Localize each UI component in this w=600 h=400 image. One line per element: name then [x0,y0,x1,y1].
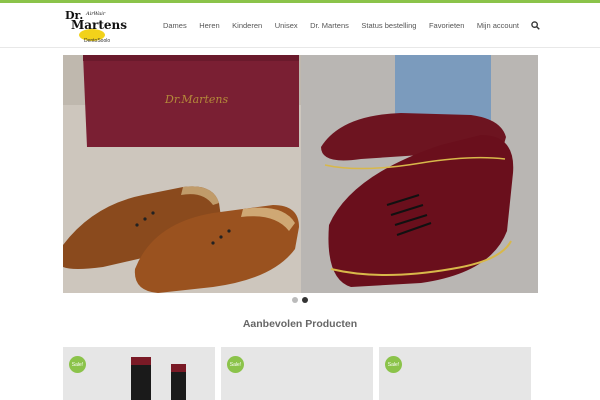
product-card[interactable]: Sale! [379,347,531,400]
nav-item-favorieten[interactable]: Favorieten [429,21,464,30]
sale-badge: Sale! [385,356,402,373]
product-grid: Sale! Sale! Sale! [63,347,538,400]
site-header: Dr. AirWair Martens DentoSoolo Dames Her… [0,3,600,48]
nav-item-dames[interactable]: Dames [163,21,187,30]
hero-slider[interactable]: Dr.Martens [63,55,538,293]
slide-image-cherry-shoes [301,55,538,293]
product-image-socks [131,357,186,400]
sale-badge: Sale! [227,356,244,373]
nav-item-heren[interactable]: Heren [199,21,219,30]
logo-subtitle: DentoSoolo [84,38,111,44]
section-title: Aanbevolen Producten [242,318,358,330]
slider-dot-1[interactable] [292,297,298,303]
logo-text-airwair: AirWair [85,11,106,17]
main-nav: Dames Heren Kinderen Unisex Dr. Martens … [150,3,540,48]
brand-logo[interactable]: Dr. AirWair Martens DentoSoolo [62,5,128,47]
nav-item-unisex[interactable]: Unisex [275,21,298,30]
product-card[interactable]: Sale! [221,347,373,400]
product-card[interactable]: Sale! [63,347,215,400]
search-icon[interactable] [531,21,540,30]
nav-item-kinderen[interactable]: Kinderen [232,21,262,30]
svg-text:Dr.Martens: Dr.Martens [164,93,228,106]
slider-pagination [0,297,600,303]
logo-text-martens: Martens [71,18,127,32]
slide-image-brown-shoes: Dr.Martens [63,55,301,293]
nav-item-dr-martens[interactable]: Dr. Martens [310,21,349,30]
nav-item-mijn-account[interactable]: Mijn account [477,21,519,30]
nav-item-status-bestelling[interactable]: Status bestelling [361,21,416,30]
slider-dot-2[interactable] [302,297,308,303]
